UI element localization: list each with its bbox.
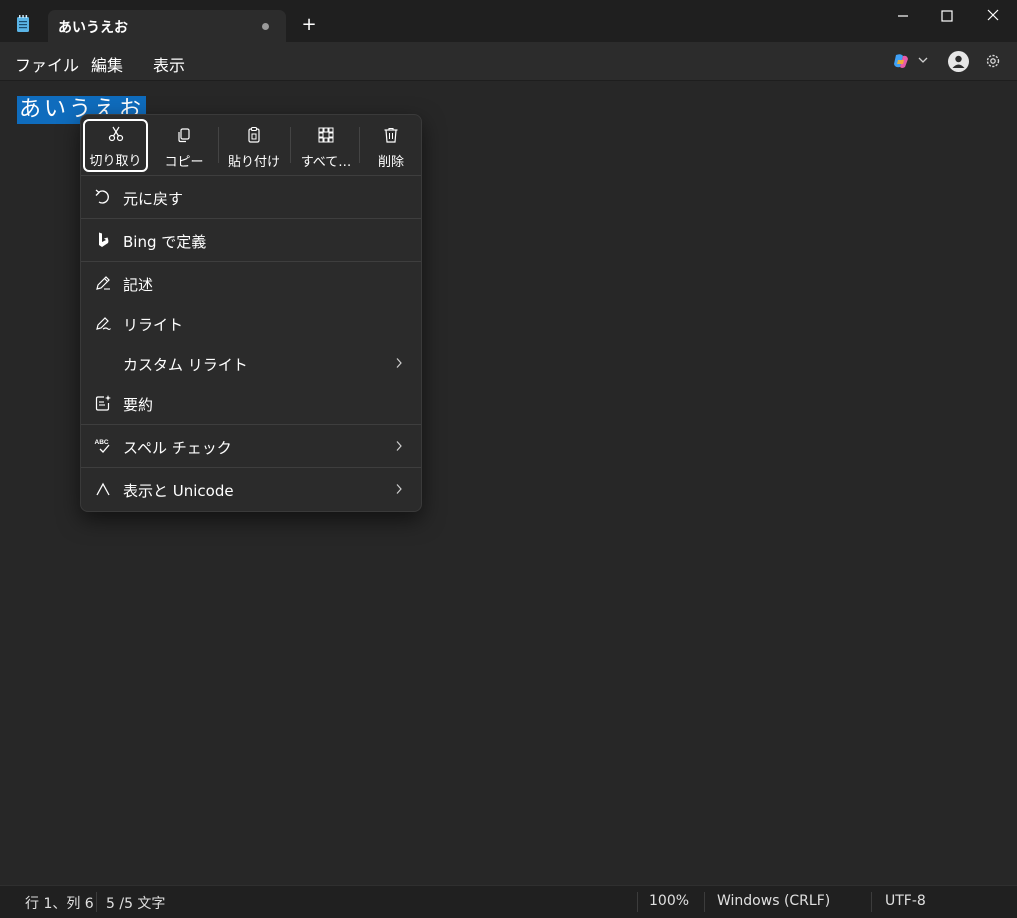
status-bar: 行 1、列 6 5 /5 文字 100% Windows (CRLF) UTF-… [0, 885, 1017, 918]
summarize-menu-item[interactable]: 要約 [81, 385, 421, 421]
chevron-right-icon [396, 484, 402, 494]
menu-bar: ファイル 編集 表示 [0, 42, 1017, 81]
new-tab-button[interactable]: + [300, 16, 318, 34]
copilot-icon[interactable] [892, 52, 910, 70]
chevron-right-icon [396, 441, 402, 451]
cursor-position: 行 1、列 6 [25, 896, 94, 912]
unicode-menu-item[interactable]: 表示と Unicode [81, 471, 421, 507]
quick-action-divider [359, 127, 360, 163]
bing-define-label: Bing で定義 [123, 233, 207, 251]
spell-check-label: スペル チェック [123, 439, 232, 457]
tab-title: あいうえお [58, 20, 128, 36]
custom-rewrite-label: カスタム リライト [123, 356, 248, 374]
line-ending[interactable]: Windows (CRLF) [717, 893, 830, 909]
person-icon [952, 55, 965, 68]
encoding[interactable]: UTF-8 [885, 893, 926, 909]
caret-icon [96, 482, 110, 496]
rewrite-menu-item[interactable]: リライト [81, 305, 421, 341]
title-bar: あいうえお + [0, 0, 1017, 43]
rewrite-pen-icon [96, 317, 111, 330]
close-icon[interactable] [982, 6, 1004, 26]
notepad-icon [17, 15, 29, 32]
undo-menu-item[interactable]: 元に戻す [81, 179, 421, 215]
menu-divider [81, 467, 421, 468]
undo-label: 元に戻す [123, 190, 184, 208]
document-tab[interactable]: あいうえお [48, 10, 286, 43]
svg-text:ABC: ABC [95, 439, 109, 446]
summarize-label: 要約 [123, 396, 154, 414]
rewrite-label: リライト [123, 316, 184, 334]
paste-button[interactable]: 貼り付け [221, 120, 287, 172]
bing-define-menu-item[interactable]: Bing で定義 [81, 222, 421, 258]
chevron-down-icon[interactable] [917, 56, 929, 64]
unicode-label: 表示と Unicode [123, 482, 234, 500]
chevron-right-icon [396, 358, 402, 368]
menu-edit[interactable]: 編集 [91, 52, 123, 76]
menu-view[interactable]: 表示 [153, 52, 185, 76]
context-menu: 切り取り コピー 貼り付け すべて… 削除 元に戻す Bing で定義 記述 リ… [80, 114, 422, 512]
scissors-icon [108, 126, 123, 142]
delete-button[interactable]: 削除 [362, 120, 420, 172]
minimize-icon[interactable] [892, 6, 914, 26]
trash-icon [384, 127, 398, 143]
write-pen-icon [96, 276, 110, 290]
quick-action-divider [290, 127, 291, 163]
spell-check-icon: ABC [95, 439, 110, 453]
menu-divider [81, 261, 421, 262]
cut-label: 切り取り [89, 154, 142, 169]
status-divider [637, 892, 638, 912]
quick-action-divider [218, 127, 219, 163]
delete-label: 削除 [377, 155, 404, 170]
zoom-level[interactable]: 100% [649, 893, 689, 909]
menu-divider [81, 424, 421, 425]
menu-divider [81, 218, 421, 219]
spell-check-menu-item[interactable]: ABC スペル チェック [81, 428, 421, 464]
write-menu-item[interactable]: 記述 [81, 265, 421, 301]
select-all-label: すべて… [300, 155, 352, 170]
character-count: 5 /5 文字 [106, 896, 166, 912]
menu-file[interactable]: ファイル [15, 52, 79, 76]
copy-button[interactable]: コピー [153, 120, 215, 172]
custom-rewrite-menu-item[interactable]: カスタム リライト [81, 345, 421, 381]
cut-button[interactable]: 切り取り [83, 119, 148, 172]
paste-label: 貼り付け [227, 155, 280, 170]
undo-icon [95, 189, 109, 204]
bing-icon [99, 232, 109, 247]
account-avatar[interactable] [948, 51, 969, 72]
status-divider [96, 892, 97, 912]
gear-icon[interactable] [984, 52, 1002, 70]
menu-divider [81, 175, 421, 176]
select-all-icon [318, 127, 334, 143]
copy-label: コピー [164, 155, 204, 170]
paste-icon [248, 126, 260, 143]
summarize-icon [95, 395, 111, 411]
maximize-icon[interactable] [936, 6, 958, 26]
copy-icon [178, 128, 190, 143]
status-divider [704, 892, 705, 912]
write-label: 記述 [123, 276, 154, 294]
status-divider [871, 892, 872, 912]
unsaved-dot-icon[interactable] [262, 23, 269, 30]
select-all-button[interactable]: すべて… [293, 120, 359, 172]
